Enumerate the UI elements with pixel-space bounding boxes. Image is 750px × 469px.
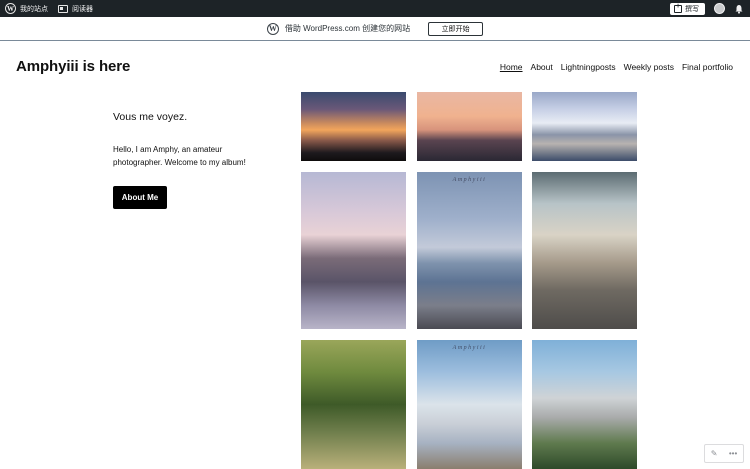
signup-banner: W 借助 WordPress.com 创建您的网站 立即开始 <box>0 17 750 41</box>
primary-nav: Home About Lightningposts Weekly posts F… <box>500 62 733 72</box>
floating-actions: ✎ ••• <box>704 444 744 463</box>
gallery-photo-stone-chapel[interactable] <box>532 340 637 469</box>
gallery-photo-lakeside[interactable]: Amphyiii <box>417 172 522 329</box>
ellipsis-icon[interactable]: ••• <box>729 449 737 458</box>
gallery-photo-alley-church[interactable] <box>532 172 637 329</box>
admin-bar: W 我的站点 阅读器 撰写 <box>0 0 750 17</box>
write-icon <box>674 3 682 13</box>
pencil-icon[interactable]: ✎ <box>711 449 718 458</box>
site-title[interactable]: Amphyiii is here <box>16 58 130 75</box>
reader-icon <box>58 4 68 13</box>
photo-caption: Amphyiii <box>452 345 487 351</box>
nav-item-lightningposts[interactable]: Lightningposts <box>561 62 616 72</box>
intro-text: Hello, I am Amphy, an amateur photograph… <box>113 145 246 167</box>
gallery-photo-cloudy-sky[interactable]: Amphyiii <box>417 340 522 469</box>
wordpress-logo-icon: W <box>266 22 279 35</box>
banner-text: 借助 WordPress.com 创建您的网站 <box>284 24 411 33</box>
photo-caption: Amphyiii <box>452 177 487 183</box>
gallery-photo-forest-path[interactable] <box>301 340 406 469</box>
reader-menu[interactable]: 阅读器 <box>53 0 98 17</box>
gallery-photo-tram-street[interactable] <box>301 172 406 329</box>
gallery-photo-bridge-river[interactable] <box>417 92 522 161</box>
write-button[interactable]: 撰写 <box>670 2 705 15</box>
nav-item-home[interactable]: Home <box>500 62 523 72</box>
nav-item-weekly-posts[interactable]: Weekly posts <box>624 62 674 72</box>
my-site-menu[interactable]: W 我的站点 <box>0 0 53 17</box>
about-me-button[interactable]: About Me <box>113 186 167 209</box>
intro-heading: Vous me voyez. <box>113 111 188 123</box>
my-site-label: 我的站点 <box>20 5 48 13</box>
avatar-icon[interactable] <box>714 3 725 14</box>
get-started-button[interactable]: 立即开始 <box>428 21 484 36</box>
nav-item-final-portfolio[interactable]: Final portfolio <box>682 62 733 72</box>
bell-icon[interactable] <box>734 4 744 14</box>
wordpress-logo-icon: W <box>5 3 16 14</box>
gallery-photo-sunset-hill[interactable] <box>301 92 406 161</box>
write-label: 撰写 <box>685 5 699 13</box>
nav-item-about[interactable]: About <box>531 62 553 72</box>
gallery-photo-snowy-village[interactable] <box>532 92 637 161</box>
reader-label: 阅读器 <box>72 5 93 13</box>
